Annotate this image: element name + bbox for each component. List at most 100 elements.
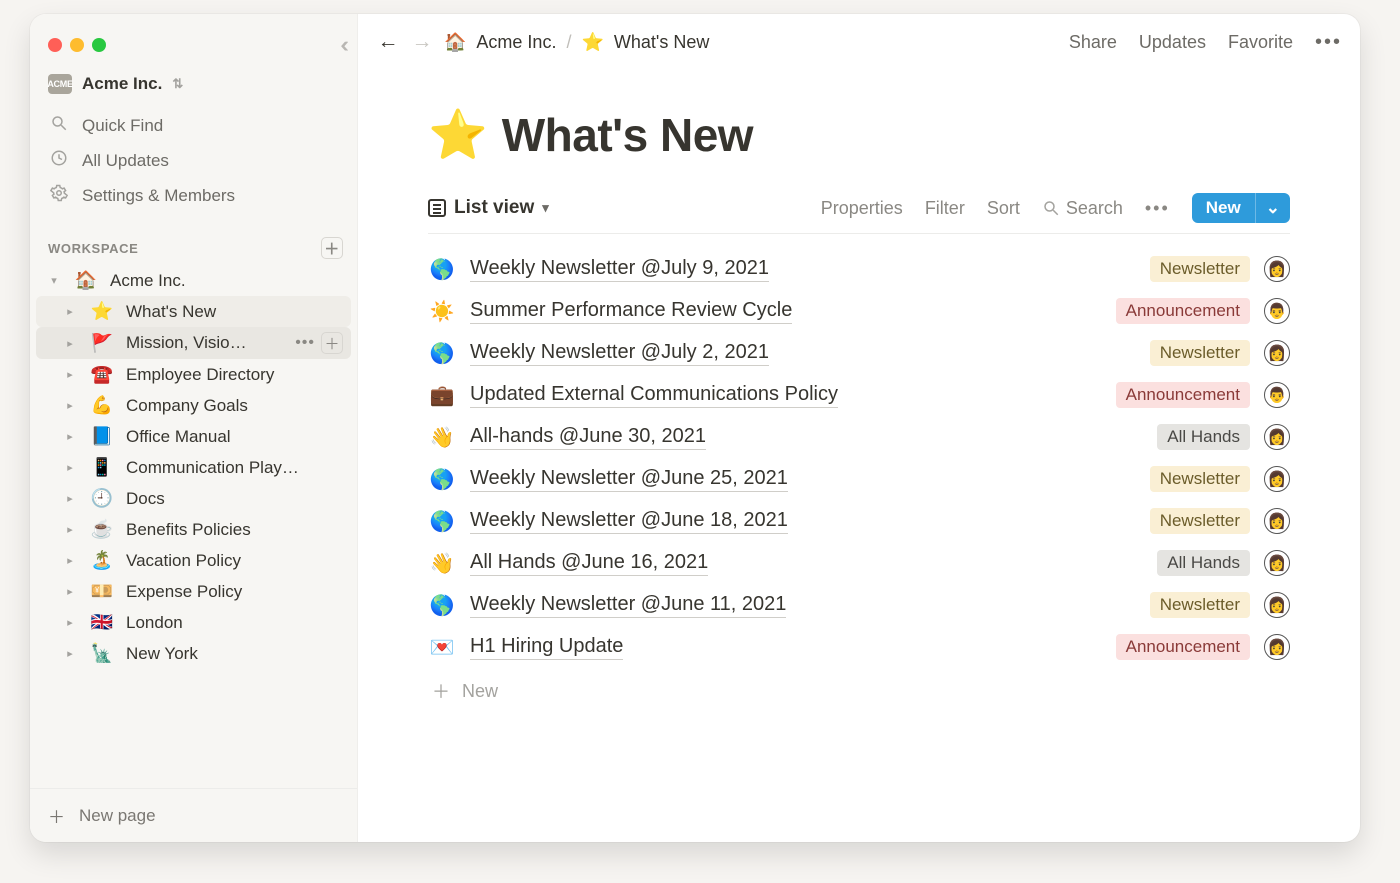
favorite-button[interactable]: Favorite [1228,32,1293,53]
row-title[interactable]: Weekly Newsletter @June 18, 2021 [470,509,788,534]
chevron-right-icon[interactable]: ▸ [62,461,78,474]
row-title[interactable]: Weekly Newsletter @June 11, 2021 [470,593,786,618]
avatar[interactable]: 👩 [1264,466,1290,492]
row-title[interactable]: Weekly Newsletter @July 2, 2021 [470,341,769,366]
row-emoji-icon: 💌 [428,635,456,660]
new-page-button[interactable]: ＋ New page [30,788,357,842]
settings-members[interactable]: Settings & Members [38,178,349,213]
chevron-right-icon[interactable]: ▸ [62,399,78,412]
chevron-right-icon[interactable]: ▸ [62,368,78,381]
chevron-right-icon[interactable]: ▸ [62,616,78,629]
sidebar-page-item[interactable]: ▸💪Company Goals [36,390,351,421]
avatar[interactable]: 👩 [1264,508,1290,534]
database-row[interactable]: 👋All Hands @June 16, 2021All Hands👩 [428,542,1290,584]
chevron-right-icon[interactable]: ▸ [62,647,78,660]
nav-back-button[interactable]: ← [376,30,400,54]
breadcrumb-page[interactable]: What's New [614,32,709,53]
page-emoji-icon: 📱 [90,457,114,478]
share-button[interactable]: Share [1069,32,1117,53]
chevron-right-icon[interactable]: ▸ [62,430,78,443]
database-row[interactable]: 🌎Weekly Newsletter @June 25, 2021Newslet… [428,458,1290,500]
chevron-right-icon[interactable]: ▸ [62,492,78,505]
chevron-right-icon[interactable]: ▸ [62,523,78,536]
collapse-sidebar-icon[interactable]: ‹‹ [340,32,343,58]
sidebar-page-item[interactable]: ▸💴Expense Policy [36,576,351,607]
view-more-icon[interactable]: ••• [1145,198,1170,219]
row-title[interactable]: Weekly Newsletter @July 9, 2021 [470,257,769,282]
page-title-text[interactable]: What's New [502,108,753,162]
search-icon [48,114,70,137]
window-controls [30,14,357,60]
page-emoji-icon: 💪 [90,395,114,416]
properties-button[interactable]: Properties [821,198,903,219]
sort-button[interactable]: Sort [987,198,1020,219]
add-page-button[interactable]: ＋ [321,237,343,259]
chevron-right-icon[interactable]: ▸ [62,585,78,598]
filter-button[interactable]: Filter [925,198,965,219]
sidebar-page-item[interactable]: ▸🇬🇧London [36,607,351,638]
quick-find[interactable]: Quick Find [38,108,349,143]
database-row[interactable]: 🌎Weekly Newsletter @July 2, 2021Newslett… [428,332,1290,374]
sidebar-page-item[interactable]: ▸⭐What's New [36,296,351,327]
database-row[interactable]: 👋All-hands @June 30, 2021All Hands👩 [428,416,1290,458]
sidebar-page-item[interactable]: ▸📱Communication Play… [36,452,351,483]
view-selector[interactable]: List view ▾ [428,197,549,219]
avatar[interactable]: 👩 [1264,550,1290,576]
chevron-right-icon[interactable]: ▸ [62,305,78,318]
avatar[interactable]: 👨 [1264,382,1290,408]
row-title[interactable]: Updated External Communications Policy [470,383,838,408]
avatar[interactable]: 👨 [1264,298,1290,324]
chevron-right-icon[interactable]: ▸ [62,337,78,350]
database-row[interactable]: 🌎Weekly Newsletter @June 18, 2021Newslet… [428,500,1290,542]
plus-icon: ＋ [432,678,450,704]
row-title[interactable]: All-hands @June 30, 2021 [470,425,706,450]
row-title[interactable]: H1 Hiring Update [470,635,623,660]
tree-root[interactable]: ▾ 🏠 Acme Inc. [36,265,351,296]
avatar[interactable]: 👩 [1264,424,1290,450]
sidebar-page-item[interactable]: ▸🏝️Vacation Policy [36,545,351,576]
row-title[interactable]: Summer Performance Review Cycle [470,299,792,324]
minimize-window-icon[interactable] [70,38,84,52]
chevron-down-icon[interactable]: ⌄ [1255,193,1290,223]
database-row[interactable]: 🌎Weekly Newsletter @June 11, 2021Newslet… [428,584,1290,626]
row-title[interactable]: All Hands @June 16, 2021 [470,551,708,576]
maximize-window-icon[interactable] [92,38,106,52]
sidebar-page-item[interactable]: ▸☕Benefits Policies [36,514,351,545]
updates-button[interactable]: Updates [1139,32,1206,53]
avatar[interactable]: 👩 [1264,634,1290,660]
add-subpage-button[interactable]: ＋ [321,332,343,354]
chevron-down-icon[interactable]: ▾ [46,274,62,287]
page-emoji-icon: ☕ [90,519,114,540]
database-row[interactable]: 🌎Weekly Newsletter @July 9, 2021Newslett… [428,248,1290,290]
sidebar-page-item[interactable]: ▸🕘Docs [36,483,351,514]
avatar[interactable]: 👩 [1264,592,1290,618]
breadcrumb-page-emoji-icon: ⭐ [581,32,603,53]
page-tree: ▾ 🏠 Acme Inc. ▸⭐What's New▸🚩Mission, Vis… [30,265,357,788]
avatar[interactable]: 👩 [1264,340,1290,366]
database-row[interactable]: 💌H1 Hiring UpdateAnnouncement👩 [428,626,1290,668]
close-window-icon[interactable] [48,38,62,52]
database-row[interactable]: 💼Updated External Communications PolicyA… [428,374,1290,416]
chevron-updown-icon: ⇅ [172,76,183,92]
workspace-switcher[interactable]: ACME Acme Inc. ⇅ [30,60,357,102]
top-actions: Share Updates Favorite ••• [1069,31,1342,54]
page-emoji-icon: ☎️ [90,364,114,385]
sidebar-page-item[interactable]: ▸🗽New York [36,638,351,669]
database-row[interactable]: ☀️Summer Performance Review CycleAnnounc… [428,290,1290,332]
row-emoji-icon: ☀️ [428,299,456,324]
more-menu-icon[interactable]: ••• [1315,31,1342,54]
new-row-button[interactable]: New ⌄ [1192,193,1290,223]
nav-forward-button[interactable]: → [410,30,434,54]
breadcrumb-root[interactable]: Acme Inc. [476,32,556,53]
all-updates[interactable]: All Updates [38,143,349,178]
page-title-emoji-icon[interactable]: ⭐ [428,106,488,163]
row-title[interactable]: Weekly Newsletter @June 25, 2021 [470,467,788,492]
sidebar-page-item[interactable]: ▸📘Office Manual [36,421,351,452]
chevron-right-icon[interactable]: ▸ [62,554,78,567]
search-button[interactable]: Search [1042,198,1123,219]
row-more-icon[interactable]: ••• [295,334,315,352]
avatar[interactable]: 👩 [1264,256,1290,282]
sidebar-page-item[interactable]: ▸🚩Mission, Visio…•••＋ [36,327,351,359]
sidebar-page-item[interactable]: ▸☎️Employee Directory [36,359,351,390]
add-row-button[interactable]: ＋ New [428,678,1290,704]
